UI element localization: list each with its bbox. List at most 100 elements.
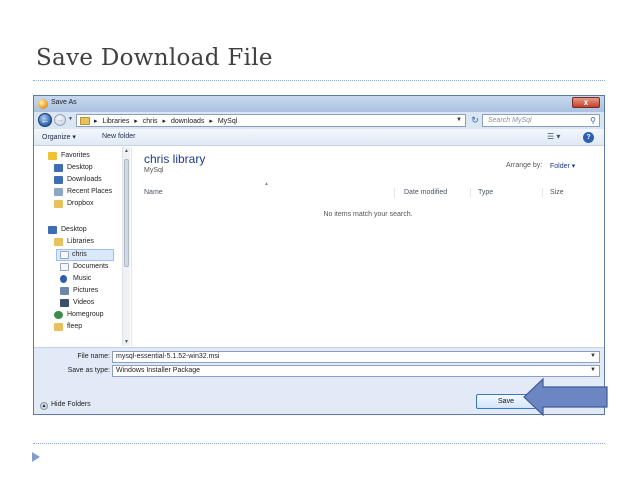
chevron-down-icon[interactable]: ▼: [590, 367, 596, 373]
breadcrumb-separator[interactable]: ▸: [134, 118, 138, 125]
new-folder-button[interactable]: New folder: [102, 133, 135, 140]
nav-label: Desktop: [67, 164, 93, 171]
save-as-type-label: Save as type:: [67, 367, 110, 374]
save-as-type-value: Windows Installer Package: [116, 367, 201, 374]
breadcrumb-separator[interactable]: ▸: [209, 118, 213, 125]
nav-item-dropbox[interactable]: Dropbox: [34, 199, 124, 211]
nav-item-downloads[interactable]: Downloads: [34, 175, 124, 187]
nav-item-videos[interactable]: Videos: [34, 298, 124, 310]
homegroup-icon: [54, 311, 63, 319]
help-icon[interactable]: ?: [583, 132, 594, 143]
nav-item-desktop-root[interactable]: Desktop: [34, 225, 124, 237]
breadcrumb-chris[interactable]: chris: [143, 118, 158, 125]
breadcrumb-libraries[interactable]: Libraries: [102, 118, 129, 125]
nav-item-recent-places[interactable]: Recent Places: [34, 187, 124, 199]
column-header-name[interactable]: Name: [144, 189, 163, 196]
breadcrumb-separator[interactable]: ▸: [162, 118, 166, 125]
scrollbar-thumb[interactable]: [124, 159, 129, 267]
footer-divider: [33, 443, 605, 444]
back-button[interactable]: ←: [38, 113, 52, 127]
refresh-icon[interactable]: ↻: [469, 114, 481, 127]
nav-label: Videos: [73, 299, 95, 306]
nav-item-chris[interactable]: chris: [56, 249, 114, 261]
breadcrumb-downloads[interactable]: downloads: [171, 118, 204, 125]
browser-app-icon: [38, 99, 48, 109]
search-icon[interactable]: ⚲: [590, 116, 596, 125]
save-options-panel: File name: mysql-essential-5.1.52-win32.…: [34, 347, 604, 414]
navigation-scrollbar[interactable]: ▲ ▼: [122, 147, 130, 346]
nav-item-music[interactable]: Music: [34, 274, 124, 286]
view-options-icon[interactable]: ☰ ▾: [547, 132, 560, 141]
nav-label: Pictures: [73, 287, 99, 294]
organize-button[interactable]: Organize ▾: [42, 133, 76, 141]
star-icon: [48, 152, 57, 160]
column-separator[interactable]: [470, 188, 471, 198]
command-toolbar: Organize ▾ New folder ☰ ▾ ?: [34, 129, 604, 146]
nav-item-libraries[interactable]: Libraries: [34, 237, 124, 249]
library-title: chris library: [144, 152, 206, 166]
column-separator[interactable]: [394, 188, 395, 198]
videos-icon: [60, 299, 69, 307]
empty-state-message: No items match your search.: [323, 211, 413, 218]
column-header-date-modified[interactable]: Date modified: [404, 189, 447, 196]
file-name-field[interactable]: mysql-essential-5.1.52-win32.msi ▼: [112, 351, 600, 363]
folder-icon: [60, 251, 69, 259]
nav-label: Downloads: [67, 176, 102, 183]
nav-label: Desktop: [61, 226, 87, 233]
nav-label: fleep: [67, 323, 83, 330]
nav-item-desktop[interactable]: Desktop: [34, 163, 124, 175]
breadcrumb-separator: ▸: [94, 118, 98, 125]
chevron-up-icon: ▲: [40, 402, 48, 410]
user-folder-icon: [54, 323, 63, 331]
hide-folders-button[interactable]: ▲ Hide Folders: [40, 401, 91, 410]
arrange-by-label: Arrange by:: [506, 162, 543, 169]
nav-item-fleep[interactable]: fleep: [34, 322, 124, 334]
arrange-by-dropdown[interactable]: Folder ▾: [550, 162, 575, 170]
recent-pages-dropdown-icon[interactable]: ▼: [68, 116, 73, 122]
save-as-dialog: Save As x ← → ▼ ▸ Libraries ▸ chris ▸ do…: [33, 95, 605, 415]
search-placeholder: Search MySql: [488, 117, 532, 124]
close-button[interactable]: x: [572, 97, 600, 108]
chevron-down-icon[interactable]: ▼: [590, 353, 596, 359]
hide-folders-label: Hide Folders: [51, 401, 91, 408]
nav-item-homegroup[interactable]: Homegroup: [34, 310, 124, 322]
nav-label: Libraries: [67, 238, 94, 245]
save-as-type-select[interactable]: Windows Installer Package ▼: [112, 365, 600, 377]
bullet-arrow-icon: [32, 452, 40, 462]
address-row: ← → ▼ ▸ Libraries ▸ chris ▸ downloads ▸ …: [34, 112, 604, 129]
music-icon: [60, 275, 67, 283]
file-name-label: File name:: [77, 353, 110, 360]
nav-label: Homegroup: [67, 311, 104, 318]
dialog-title: Save As: [51, 99, 77, 106]
scroll-up-icon[interactable]: ▲: [124, 148, 129, 154]
pointer-arrow-icon: [523, 377, 608, 417]
desktop-icon: [54, 164, 63, 172]
file-list-pane: chris library MySql Arrange by: Folder ▾…: [131, 147, 603, 346]
nav-item-favorites[interactable]: Favorites: [34, 151, 124, 163]
column-header-type[interactable]: Type: [478, 189, 493, 196]
folder-icon: [80, 117, 90, 125]
nav-item-documents[interactable]: Documents: [34, 262, 124, 274]
nav-label: chris: [72, 251, 87, 258]
address-bar[interactable]: ▸ Libraries ▸ chris ▸ downloads ▸ MySql …: [76, 114, 466, 127]
pictures-icon: [60, 287, 69, 295]
documents-icon: [60, 263, 69, 271]
scroll-down-icon[interactable]: ▼: [124, 339, 129, 345]
chevron-down-icon[interactable]: ▼: [456, 117, 462, 123]
nav-label: Recent Places: [67, 188, 113, 195]
breadcrumb-mysql[interactable]: MySql: [218, 118, 237, 125]
forward-button[interactable]: →: [54, 114, 66, 126]
column-header-size[interactable]: Size: [550, 189, 564, 196]
column-separator[interactable]: [542, 188, 543, 198]
recent-places-icon: [54, 188, 63, 196]
sort-arrow-icon: ▲: [264, 181, 269, 187]
library-subtitle: MySql: [144, 167, 164, 174]
file-name-value: mysql-essential-5.1.52-win32.msi: [116, 353, 220, 360]
dropbox-icon: [54, 200, 63, 208]
downloads-icon: [54, 176, 63, 184]
nav-item-pictures[interactable]: Pictures: [34, 286, 124, 298]
desktop-icon: [48, 226, 57, 234]
breadcrumb: ▸ Libraries ▸ chris ▸ downloads ▸ MySql: [94, 117, 240, 125]
dialog-titlebar[interactable]: Save As x: [34, 96, 604, 112]
search-input[interactable]: Search MySql ⚲: [482, 114, 600, 127]
